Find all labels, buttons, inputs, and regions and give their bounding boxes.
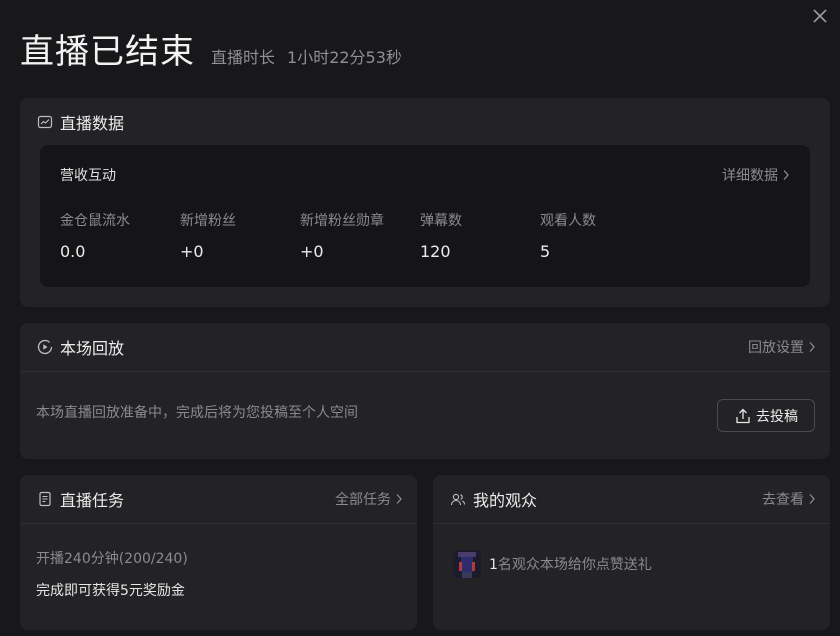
revenue-interaction-panel: 营收互动 详细数据 金仓鼠流水 0.0 新增粉丝 +0 新增粉丝勋章 +0 弹幕… bbox=[40, 145, 810, 287]
chevron-right-icon bbox=[396, 494, 402, 504]
audience-summary: 1名观众本场给你点赞送礼 bbox=[489, 554, 652, 574]
metric-label: 新增粉丝勋章 bbox=[300, 213, 384, 229]
metric-value: +0 bbox=[180, 242, 204, 261]
live-data-header: 直播数据 bbox=[20, 98, 830, 146]
replay-icon bbox=[36, 338, 54, 356]
detail-data-label: 详细数据 bbox=[722, 168, 778, 184]
metric-label: 金仓鼠流水 bbox=[60, 213, 130, 229]
upload-button-label: 去投稿 bbox=[756, 408, 798, 425]
metric-new-fan-medals: 新增粉丝勋章 +0 bbox=[300, 210, 420, 261]
replay-description: 本场直播回放准备中，完成后将为您投稿至个人空间 bbox=[36, 405, 358, 421]
task-reward: 完成即可获得5元奖励金 bbox=[36, 583, 185, 599]
all-tasks-link[interactable]: 全部任务 bbox=[335, 489, 403, 509]
page-title: 直播已结束 bbox=[20, 32, 195, 72]
metric-label: 观看人数 bbox=[540, 213, 596, 229]
trend-chart-icon bbox=[36, 113, 54, 131]
metric-new-followers: 新增粉丝 +0 bbox=[180, 210, 300, 261]
metric-value: +0 bbox=[300, 242, 324, 261]
header: 直播已结束 直播时长 1小时22分53秒 bbox=[20, 24, 402, 73]
task-progress: 开播240分钟(200/240) bbox=[36, 551, 188, 567]
metric-value: 120 bbox=[420, 242, 451, 261]
metrics-row: 金仓鼠流水 0.0 新增粉丝 +0 新增粉丝勋章 +0 弹幕数 120 观看人数 bbox=[40, 210, 810, 261]
upload-icon bbox=[734, 407, 752, 425]
avatar[interactable] bbox=[453, 550, 481, 578]
live-ended-panel: 直播已结束 直播时长 1小时22分53秒 直播数据 营收互动 详细数据 金仓鼠流… bbox=[0, 0, 840, 636]
replay-settings-link[interactable]: 回放设置 bbox=[748, 337, 816, 357]
metric-viewers: 观看人数 5 bbox=[540, 210, 660, 261]
my-audience-header: 我的观众 去查看 bbox=[433, 475, 830, 523]
live-task-title: 直播任务 bbox=[60, 491, 125, 510]
revenue-interaction-title: 营收互动 bbox=[60, 168, 116, 184]
metric-label: 弹幕数 bbox=[420, 213, 462, 229]
duration-label: 直播时长 bbox=[211, 48, 276, 67]
metric-value: 5 bbox=[540, 242, 551, 261]
document-icon bbox=[36, 490, 54, 508]
live-task-header: 直播任务 全部任务 bbox=[20, 475, 417, 523]
live-data-card: 直播数据 营收互动 详细数据 金仓鼠流水 0.0 新增粉丝 +0 新增粉丝勋章 … bbox=[20, 98, 830, 307]
metric-value: 0.0 bbox=[60, 242, 86, 261]
close-button[interactable] bbox=[808, 4, 832, 28]
chevron-right-icon bbox=[809, 494, 815, 504]
close-icon bbox=[813, 9, 827, 23]
view-audience-label: 去查看 bbox=[762, 492, 804, 508]
all-tasks-label: 全部任务 bbox=[335, 492, 391, 508]
replay-card: 本场回放 回放设置 本场直播回放准备中，完成后将为您投稿至个人空间 去投稿 bbox=[20, 323, 830, 459]
metric-label: 新增粉丝 bbox=[180, 213, 236, 229]
replay-header: 本场回放 回放设置 bbox=[20, 323, 830, 371]
duration-value: 1小时22分53秒 bbox=[287, 48, 402, 67]
detail-data-link[interactable]: 详细数据 bbox=[722, 165, 790, 185]
replay-title: 本场回放 bbox=[60, 339, 125, 358]
my-audience-card: 我的观众 去查看 1名观众本场给你点赞送礼 bbox=[433, 475, 830, 630]
my-audience-title: 我的观众 bbox=[473, 491, 538, 510]
audience-count: 1 bbox=[489, 557, 498, 573]
users-icon bbox=[449, 490, 467, 508]
metric-danmaku-count: 弹幕数 120 bbox=[420, 210, 540, 261]
audience-summary-text: 名观众本场给你点赞送礼 bbox=[497, 557, 652, 573]
chevron-right-icon bbox=[783, 170, 789, 180]
view-audience-link[interactable]: 去查看 bbox=[762, 489, 816, 509]
replay-settings-label: 回放设置 bbox=[748, 340, 804, 356]
live-data-title: 直播数据 bbox=[60, 114, 125, 133]
chevron-right-icon bbox=[809, 342, 815, 352]
upload-button[interactable]: 去投稿 bbox=[717, 399, 815, 432]
live-task-card: 直播任务 全部任务 开播240分钟(200/240) 完成即可获得5元奖励金 bbox=[20, 475, 417, 630]
metric-revenue: 金仓鼠流水 0.0 bbox=[60, 210, 180, 261]
